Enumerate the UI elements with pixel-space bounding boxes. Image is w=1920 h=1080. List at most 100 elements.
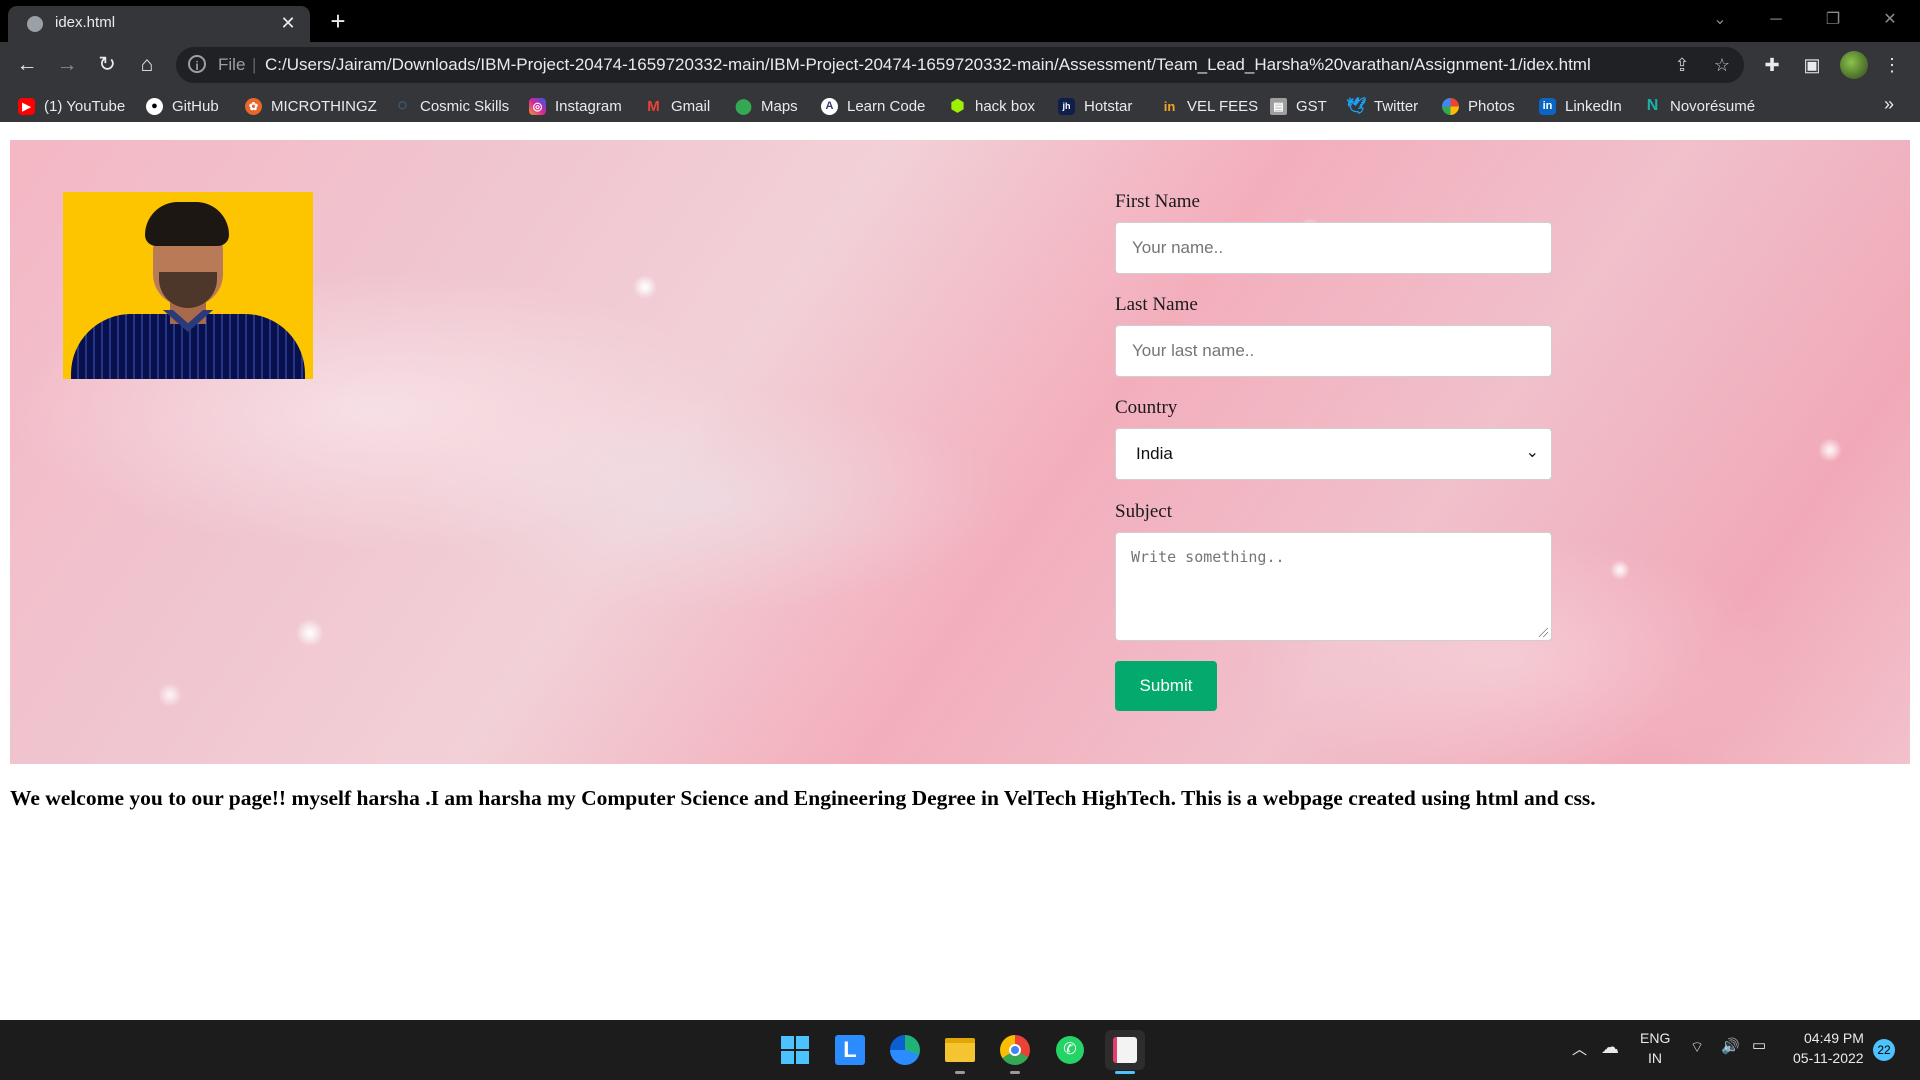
bookmark-label: Hotstar	[1084, 97, 1133, 115]
country-selected-value: India	[1136, 444, 1173, 463]
menu-icon[interactable]: ⋮	[1878, 51, 1906, 79]
bookmark-star-icon[interactable]: ☆	[1710, 53, 1734, 77]
bookmark-linkedin[interactable]: in LinkedIn	[1539, 95, 1622, 117]
subject-label: Subject	[1115, 501, 1172, 522]
url-separator: |	[252, 55, 257, 74]
hack-box-icon: ⬢	[950, 98, 965, 115]
extensions-icon[interactable]: ✚	[1758, 51, 1786, 79]
bookmark-youtube[interactable]: ▶ (1) YouTube	[18, 95, 125, 117]
close-tab-icon[interactable]: ✕	[276, 11, 300, 35]
chrome-icon[interactable]	[995, 1030, 1035, 1070]
bookmark-label: GitHub	[172, 97, 219, 115]
launcher-l-icon[interactable]: L	[830, 1030, 870, 1070]
more-bookmarks-icon[interactable]: »	[1884, 94, 1894, 115]
bookmark-label: Photos	[1468, 97, 1515, 115]
last-name-input[interactable]: Your last name..	[1115, 325, 1552, 377]
bookmark-label: Gmail	[671, 97, 711, 115]
edge-icon[interactable]	[885, 1030, 925, 1070]
share-icon[interactable]: ⇪	[1670, 53, 1694, 77]
forward-icon[interactable]: →	[52, 50, 82, 80]
bookmark-label: Novorésumé	[1670, 97, 1756, 115]
show-hidden-icons-icon[interactable]: ︿	[1572, 1038, 1587, 1059]
clock-time[interactable]: 04:49 PM	[1804, 1030, 1864, 1046]
close-window-button[interactable]: ✕	[1870, 6, 1910, 34]
back-icon[interactable]: ←	[12, 50, 42, 80]
submit-button[interactable]: Submit	[1115, 661, 1217, 711]
linkedin-icon: in	[1539, 97, 1556, 115]
bookmark-gmail[interactable]: M Gmail	[645, 95, 710, 117]
country-select[interactable]: India ⌄	[1115, 428, 1552, 480]
new-tab-button[interactable]: +	[323, 7, 353, 37]
bookmark-label: Twitter	[1374, 97, 1419, 115]
bookmark-label: LinkedIn	[1565, 97, 1622, 115]
snipping-tool-icon[interactable]	[1105, 1030, 1145, 1070]
photos-icon	[1442, 97, 1459, 115]
hero-section	[10, 140, 1910, 764]
tab-search-icon[interactable]: ⌄	[1700, 6, 1740, 34]
site-info-icon[interactable]: i	[188, 55, 206, 73]
home-icon[interactable]: ⌂	[132, 50, 162, 80]
cosmic-skills-icon: ◌	[397, 97, 408, 114]
chevron-down-icon: ⌄	[1525, 444, 1539, 461]
address-bar[interactable]: i File | C:/Users/Jairam/Downloads/IBM-P…	[176, 47, 1744, 83]
vel-fees-icon: in	[1163, 98, 1176, 114]
restore-button[interactable]: ❐	[1813, 6, 1853, 34]
first-name-placeholder: Your name..	[1132, 238, 1224, 257]
globe-icon	[27, 16, 43, 32]
bookmark-photos[interactable]: Photos	[1442, 95, 1515, 117]
subject-textarea[interactable]: Write something..	[1115, 532, 1552, 641]
bookmark-label: GST	[1296, 97, 1327, 115]
language-top[interactable]: ENG	[1640, 1030, 1670, 1046]
first-name-label: First Name	[1115, 191, 1200, 212]
subject-placeholder: Write something..	[1131, 548, 1285, 566]
learn-code-icon: A	[821, 97, 838, 115]
bookmark-label: Instagram	[555, 97, 622, 115]
url-scheme: File	[218, 55, 246, 74]
clock-date[interactable]: 05-11-2022	[1793, 1050, 1864, 1066]
bookmark-label: Maps	[761, 97, 798, 115]
bookmarks-bar: ▶ (1) YouTube ● GitHub ✿ MICROTHINGZ ◌ C…	[0, 88, 1920, 122]
resize-handle-icon[interactable]	[1539, 628, 1548, 637]
url-text[interactable]: C:/Users/Jairam/Downloads/IBM-Project-20…	[265, 55, 1591, 75]
bookmark-learn-code[interactable]: A Learn Code	[821, 95, 925, 117]
bookmark-novoresume[interactable]: N Novorésumé	[1644, 95, 1755, 117]
bookmark-hotstar[interactable]: jh Hotstar	[1058, 95, 1132, 117]
country-label: Country	[1115, 397, 1178, 418]
profile-photo	[63, 192, 313, 379]
volume-icon[interactable]: 🔊	[1721, 1037, 1740, 1055]
github-icon: ●	[146, 97, 163, 115]
language-bottom[interactable]: IN	[1648, 1050, 1662, 1066]
youtube-icon: ▶	[18, 97, 35, 115]
bookmark-label: Cosmic Skills	[420, 97, 510, 115]
bookmark-label: Learn Code	[847, 97, 926, 115]
side-panel-icon[interactable]: ▣	[1798, 51, 1826, 79]
bookmark-instagram[interactable]: ◎ Instagram	[529, 95, 622, 117]
microthingz-icon: ✿	[245, 97, 262, 115]
bookmark-github[interactable]: ● GitHub	[146, 95, 219, 117]
bookmark-vel-fees[interactable]: in VEL FEES	[1161, 95, 1258, 117]
bookmark-label: VEL FEES	[1187, 97, 1259, 115]
first-name-input[interactable]: Your name..	[1115, 222, 1552, 274]
bookmark-twitter[interactable]: 🕊 Twitter	[1346, 95, 1419, 117]
reload-icon[interactable]: ↻	[92, 50, 122, 80]
novoresume-icon: N	[1646, 97, 1659, 114]
bookmark-maps[interactable]: ⬤ Maps	[735, 95, 798, 117]
start-icon[interactable]	[775, 1030, 815, 1070]
instagram-icon: ◎	[529, 97, 546, 115]
minimize-button[interactable]: ─	[1756, 6, 1796, 34]
bookmark-cosmic-skills[interactable]: ◌ Cosmic Skills	[394, 95, 509, 117]
battery-icon[interactable]: ▭	[1752, 1036, 1766, 1054]
file-explorer-icon[interactable]	[940, 1030, 980, 1070]
gst-icon: ▤	[1270, 97, 1287, 115]
bookmark-microthingz[interactable]: ✿ MICROTHINGZ	[245, 95, 377, 117]
profile-avatar[interactable]	[1840, 51, 1868, 79]
bookmark-gst[interactable]: ▤ GST	[1270, 95, 1327, 117]
browser-tab[interactable]: idex.html ✕	[8, 6, 310, 42]
notification-badge[interactable]: 22	[1873, 1039, 1895, 1061]
bookmark-hack-box[interactable]: ⬢ hack box	[949, 95, 1036, 117]
whatsapp-icon[interactable]: ✆	[1050, 1030, 1090, 1070]
gmail-icon: M	[647, 97, 660, 115]
wifi-icon[interactable]: ⌔	[1690, 1038, 1704, 1057]
onedrive-icon[interactable]: ☁	[1601, 1037, 1619, 1058]
bookmark-label: hack box	[975, 97, 1036, 115]
